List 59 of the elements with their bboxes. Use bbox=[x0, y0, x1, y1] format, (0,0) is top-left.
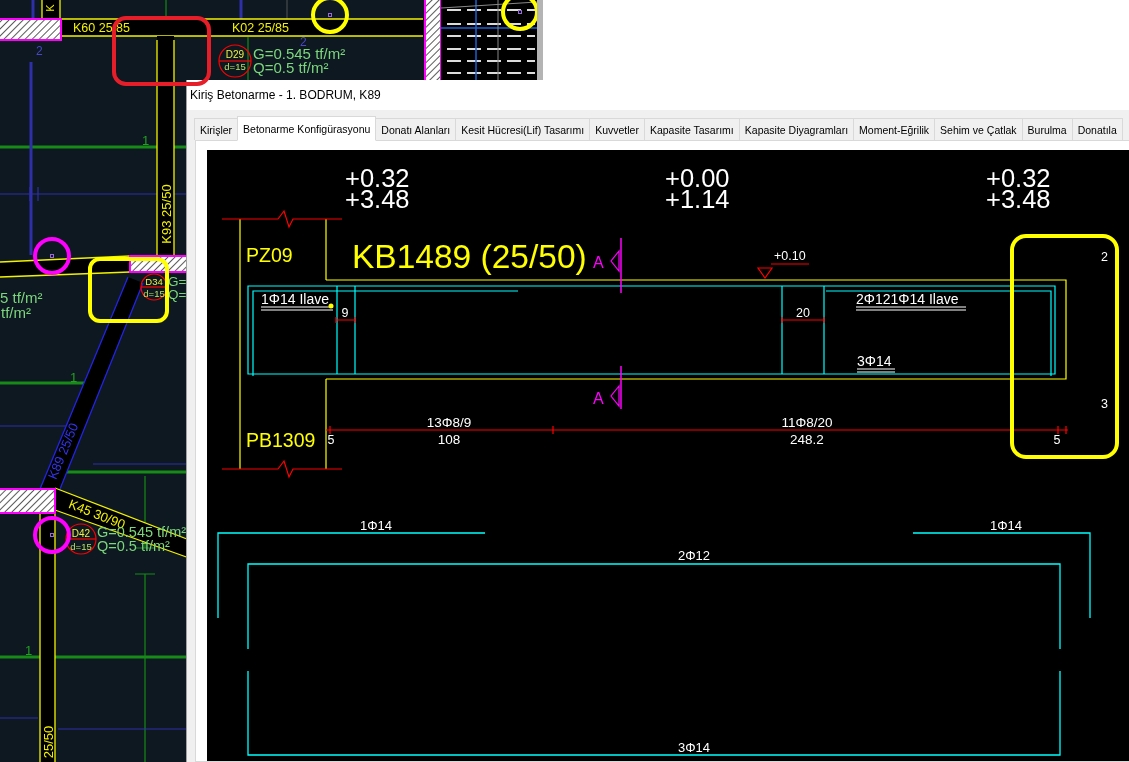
beam-title: KB1489 (25/50) bbox=[352, 238, 587, 275]
load-label: 5 tf/m² bbox=[0, 289, 43, 306]
support-label: PB1309 bbox=[246, 429, 316, 451]
slab-tag: D34 bbox=[145, 276, 163, 287]
load-label: G= bbox=[168, 274, 187, 289]
bar-note: 3Φ14 bbox=[856, 353, 896, 373]
bar-label: 1Φ14 bbox=[359, 518, 393, 533]
stirrup-label: 11Φ8/20 bbox=[781, 415, 833, 430]
level-mark bbox=[756, 263, 810, 280]
window-title: Kiriş Betonarme - 1. BODRUM, K89 bbox=[190, 88, 381, 102]
spacing-label: 9 bbox=[341, 306, 349, 320]
cover-label: 5 bbox=[1053, 433, 1061, 447]
bar-label: 3Φ14 bbox=[677, 740, 711, 755]
bar-label: 1Φ14 bbox=[989, 518, 1023, 533]
bar-note: 1Φ14 Ilave bbox=[260, 291, 334, 311]
slab-tag: D29 bbox=[225, 49, 245, 60]
section-mark bbox=[610, 237, 622, 294]
dimension-line bbox=[335, 316, 356, 324]
length-label: 108 bbox=[437, 432, 461, 447]
slab-thickness: d=15 bbox=[143, 288, 165, 299]
beam-label: K93 25/50 bbox=[158, 184, 174, 244]
load-label: Q=0.5 tf/m² bbox=[253, 59, 329, 76]
beam-label: K bbox=[43, 4, 56, 12]
bar-note: 2Φ121Φ14 Ilave bbox=[855, 291, 967, 311]
spacing-label: 20 bbox=[796, 306, 810, 320]
section-label: A bbox=[593, 254, 604, 271]
cover-label: 5 bbox=[327, 433, 335, 447]
highlight-circle bbox=[33, 237, 71, 275]
dimension-line bbox=[781, 316, 825, 324]
edge-label: 2 bbox=[1101, 250, 1108, 264]
axis-number: 1 bbox=[142, 133, 150, 148]
beam-label: 25/50 bbox=[40, 725, 56, 759]
highlight-circle bbox=[33, 516, 71, 554]
slab-tag-circle bbox=[140, 273, 168, 301]
span-number: 2 bbox=[36, 44, 43, 58]
hatched-column bbox=[0, 488, 56, 514]
support-label: PZ09 bbox=[246, 244, 293, 266]
hatched-column bbox=[0, 18, 62, 41]
section-mark bbox=[610, 365, 622, 410]
load-label: tf/m² bbox=[1, 304, 31, 321]
beam-label: K02 25/85 bbox=[232, 21, 289, 35]
load-label: Q= bbox=[168, 287, 187, 302]
stirrup-label: 13Φ8/9 bbox=[426, 415, 472, 430]
beam-label: K89 25/50 bbox=[44, 420, 82, 482]
slab-tag: D42 bbox=[71, 528, 91, 539]
tab[interactable]: Betonarme Konfigürasyonu bbox=[237, 116, 377, 141]
axis-number: 1 bbox=[25, 643, 33, 658]
axis-number: 1 bbox=[70, 370, 78, 385]
level-label: +0.10 bbox=[774, 249, 806, 263]
tab[interactable]: Donatıla bbox=[1071, 118, 1123, 140]
slab-thickness: d=15 bbox=[70, 541, 92, 552]
edge-label: 3 bbox=[1101, 397, 1108, 411]
length-label: 248.2 bbox=[790, 432, 824, 447]
slab-thickness: d=15 bbox=[224, 61, 246, 72]
section-label: A bbox=[593, 390, 604, 407]
bar-label: 2Φ12 bbox=[677, 548, 711, 563]
tab[interactable]: Kirişler bbox=[194, 118, 239, 140]
slab-tag-circle bbox=[218, 44, 252, 78]
dot-icon bbox=[328, 303, 334, 309]
